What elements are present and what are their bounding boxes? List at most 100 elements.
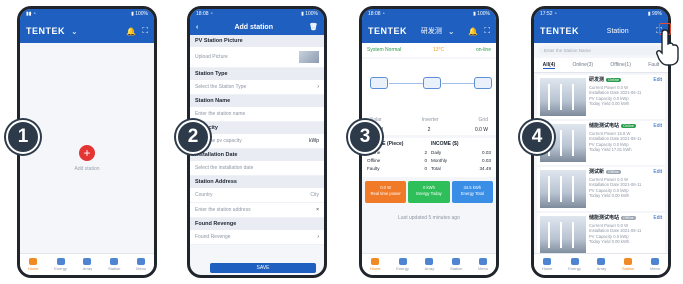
flow-line: [389, 83, 423, 84]
nav-energy[interactable]: Energy: [396, 258, 409, 271]
menu-icon: [137, 258, 146, 265]
edit-button[interactable]: Edit: [653, 215, 662, 221]
edit-button[interactable]: Edit: [653, 123, 662, 129]
station-selector[interactable]: 研发测: [421, 26, 442, 36]
weather-temp: 13°C: [433, 47, 445, 53]
capacity-input[interactable]: Enter the pv capacity kWp: [190, 134, 324, 149]
nav-energy[interactable]: Energy: [568, 258, 581, 271]
step-2-badge: 2: [176, 120, 210, 154]
close-icon[interactable]: ×: [316, 207, 319, 213]
nav-array[interactable]: Array: [82, 258, 93, 271]
delete-icon[interactable]: 🗑: [309, 23, 318, 31]
scan-icon[interactable]: ⛶: [484, 26, 490, 36]
nav-label: Array: [596, 266, 607, 271]
app-header: TENTEK ⌄ 🔔 ⛶: [20, 19, 154, 43]
station-name-input[interactable]: Enter the station name: [190, 107, 324, 122]
revenue-placeholder: Found Revenge: [195, 234, 231, 240]
income-column: INCOME ($) Daily 0.03 Monthly 0.03 Total 34…: [431, 141, 491, 174]
bell-icon[interactable]: 🔔: [126, 27, 136, 36]
city-select[interactable]: City: [310, 192, 319, 198]
address-input[interactable]: Enter the station address ×: [190, 203, 324, 218]
grid-icon: [474, 77, 492, 89]
station-card[interactable]: 储能测试电站 Online Edit Current Power 15.8 W Ins…: [537, 121, 665, 165]
station-card[interactable]: 储能测试电站 Offline Edit Current Power 0.0 W Ins…: [537, 213, 665, 257]
energy-today-tile[interactable]: 0 kWh Energy Today: [408, 181, 450, 203]
nav-label: Home: [369, 266, 381, 271]
station-field-row: Today Yield 0.00 kWh: [589, 100, 630, 106]
tab-offline[interactable]: Offline(1): [610, 62, 630, 69]
nav-label: Home: [27, 266, 39, 271]
system-status: System Normal: [367, 47, 402, 53]
inverter-icon: [423, 77, 441, 89]
bell-icon[interactable]: 🔔: [468, 27, 478, 36]
nav-station[interactable]: Station: [622, 258, 634, 271]
chevron-down-icon[interactable]: ⌄: [448, 27, 455, 36]
tab-all[interactable]: All(4): [542, 62, 556, 69]
nav-label: Station: [621, 266, 635, 271]
add-station-block: + Add station: [20, 145, 154, 172]
bottom-nav: Home Energy Array Station Menu: [534, 253, 668, 275]
nav-label: Home: [541, 266, 553, 271]
menu-icon: [479, 258, 488, 265]
energy-icon: [398, 258, 407, 265]
nav-menu[interactable]: Menu: [136, 258, 146, 271]
station-search-input[interactable]: Enter the Station Name: [539, 46, 663, 55]
step-4-badge: 4: [520, 120, 554, 154]
add-station-button[interactable]: +: [79, 145, 95, 161]
add-station-header: ‹ Add station 🗑: [190, 19, 324, 35]
nav-label: Menu: [478, 266, 489, 271]
array-icon: [425, 258, 434, 265]
scan-icon[interactable]: ⛶: [142, 26, 148, 36]
tab-online[interactable]: Online(3): [572, 62, 593, 69]
installation-date-picker[interactable]: Select the installation date: [190, 161, 324, 176]
section-capacity: Capacity: [190, 122, 324, 134]
station-type-placeholder: Select the Station Type: [195, 84, 247, 90]
nav-home[interactable]: Home: [542, 258, 553, 271]
save-button[interactable]: SAVE: [210, 263, 316, 273]
chevron-down-icon[interactable]: ⌄: [71, 27, 78, 36]
station-info: 储能测试电站 Offline Edit Current Power 0.0 W Ins…: [589, 215, 662, 254]
bottom-nav: Home Energy Array Station Menu: [20, 253, 154, 275]
nav-array[interactable]: Array: [596, 258, 607, 271]
country-select[interactable]: Country: [195, 192, 213, 198]
device-income-summary: DEVICE (Piece) Online2 Offline0 Faulty0 …: [362, 138, 496, 177]
nav-home[interactable]: Home: [370, 258, 381, 271]
station-info: 测试新 Offline Edit Current Power 0.0 W Instal…: [589, 169, 662, 208]
realtime-power-tile[interactable]: 0.0 W Real time power: [365, 181, 407, 203]
bottom-nav: Home Energy Array Station Menu: [362, 253, 496, 275]
station-type-select[interactable]: Select the Station Type ›: [190, 80, 324, 95]
edit-button[interactable]: Edit: [653, 77, 662, 83]
energy-total-tile[interactable]: 34.5 kWh Energy Total: [451, 181, 493, 203]
array-icon: [83, 258, 92, 265]
nav-label: Menu: [650, 266, 661, 271]
nav-station[interactable]: Station: [450, 258, 462, 271]
nav-label: Array: [424, 266, 435, 271]
station-icon: [624, 258, 633, 265]
edit-button[interactable]: Edit: [653, 169, 662, 175]
nav-menu[interactable]: Menu: [650, 258, 660, 271]
nav-home[interactable]: Home: [28, 258, 39, 271]
device-row: Online 2: [367, 150, 427, 155]
station-name: 测试新: [589, 169, 605, 175]
upload-picture-row[interactable]: Upload Picture: [190, 47, 324, 68]
section-address: Station Address: [190, 176, 324, 188]
status-badge: Offline: [606, 170, 621, 174]
revenue-select[interactable]: Found Revenge ›: [190, 230, 324, 245]
nav-menu[interactable]: Menu: [478, 258, 488, 271]
nav-label: Array: [82, 266, 93, 271]
station-card[interactable]: 测试新 Offline Edit Current Power 0.0 W Instal…: [537, 167, 665, 211]
section-date: Installation Date: [190, 149, 324, 161]
station-card[interactable]: 研发测 Online Edit Current Power 0.0 W Install…: [537, 75, 665, 119]
station-photo: [540, 216, 586, 254]
page-title: Station: [606, 27, 629, 35]
flow-line: [442, 83, 476, 84]
nav-station[interactable]: Station: [108, 258, 120, 271]
section-name: Station Name: [190, 95, 324, 107]
add-station-label: Add station: [74, 166, 100, 172]
station-field-row: Today Yield 17.81 kWh: [589, 146, 632, 152]
status-bar: ▮▮ ◔ ▮ 100%: [20, 9, 154, 19]
nav-energy[interactable]: Energy: [54, 258, 67, 271]
nav-array[interactable]: Array: [424, 258, 435, 271]
status-badge: Online: [606, 78, 621, 82]
solar-panel-icon: [370, 77, 388, 89]
